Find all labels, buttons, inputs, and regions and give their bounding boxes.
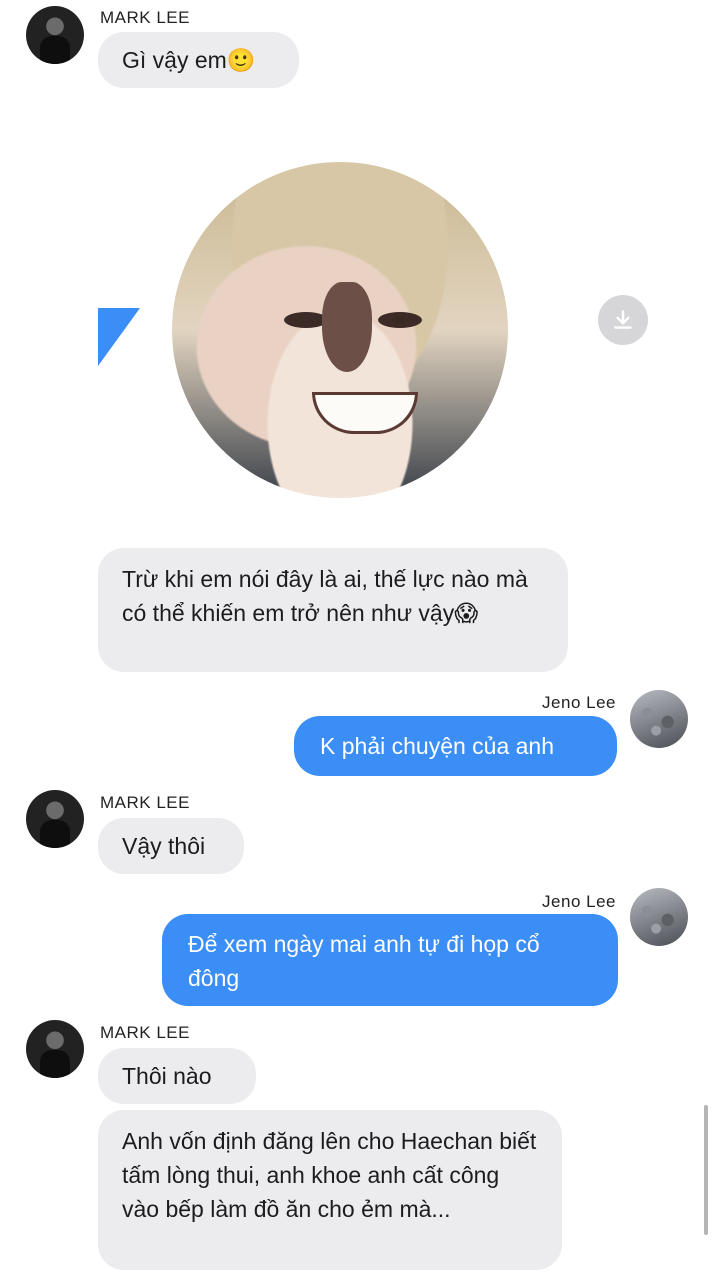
download-icon: [614, 310, 632, 329]
message-text-8: Anh vốn định đăng lên cho Haechan biết t…: [122, 1128, 537, 1222]
image-corner-decoration: [98, 308, 140, 366]
avatar-jeno-lee[interactable]: [630, 888, 688, 946]
message-bubble-8[interactable]: Anh vốn định đăng lên cho Haechan biết t…: [98, 1110, 562, 1270]
message-bubble-1[interactable]: Gì vậy em🙂: [98, 32, 299, 88]
message-text-6: Để xem ngày mai anh tự đi họp cổ đông: [188, 931, 540, 991]
download-button[interactable]: [598, 295, 648, 345]
message-text-7: Thôi nào: [122, 1063, 212, 1089]
message-bubble-7[interactable]: Thôi nào: [98, 1048, 256, 1104]
message-bubble-6[interactable]: Để xem ngày mai anh tự đi họp cổ đông: [162, 914, 618, 1006]
photo-detail: [322, 282, 372, 372]
sender-name-jeno: Jeno Lee: [542, 892, 616, 911]
message-bubble-3[interactable]: Trừ khi em nói đây là ai, thế lực nào mà…: [98, 548, 568, 672]
shared-photo[interactable]: [172, 162, 508, 498]
avatar-jeno-lee[interactable]: [630, 690, 688, 748]
message-bubble-4[interactable]: K phải chuyện của anh: [294, 716, 617, 776]
message-text-5: Vậy thôi: [122, 833, 206, 859]
photo-detail: [378, 312, 422, 328]
message-text-1: Gì vậy em: [122, 47, 227, 73]
sender-name-mark: MARK LEE: [100, 1023, 190, 1042]
avatar-mark-lee[interactable]: [26, 6, 84, 64]
shocked-emoji-icon: 😱: [454, 601, 479, 627]
sender-name-jeno: Jeno Lee: [542, 693, 616, 712]
avatar-mark-lee[interactable]: [26, 1020, 84, 1078]
avatar-mark-lee[interactable]: [26, 790, 84, 848]
scrollbar[interactable]: [704, 1105, 708, 1235]
sender-name-mark: MARK LEE: [100, 793, 190, 812]
smile-emoji-icon: 🙂: [226, 48, 256, 74]
message-text-4: K phải chuyện của anh: [320, 733, 555, 759]
sender-name-mark: MARK LEE: [100, 8, 190, 27]
message-bubble-5[interactable]: Vậy thôi: [98, 818, 244, 874]
photo-detail: [312, 392, 418, 434]
